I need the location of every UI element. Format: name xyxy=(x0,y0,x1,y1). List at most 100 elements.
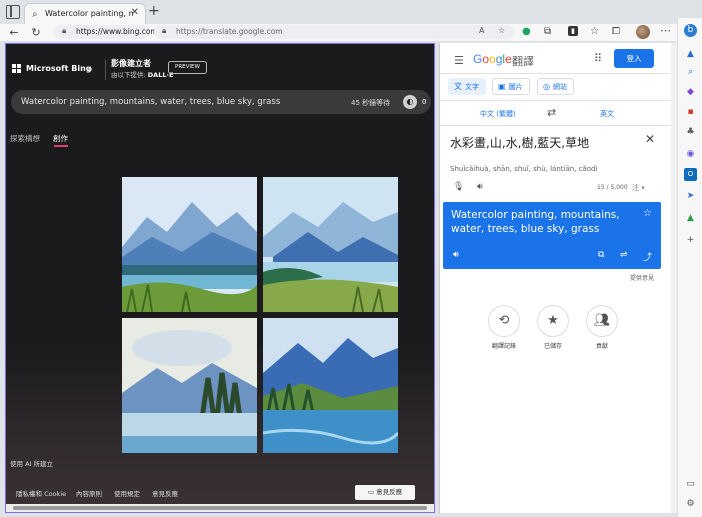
send-icon[interactable]: ➤ xyxy=(684,190,697,203)
google-translate-pane: ☰ Google 翻譯 ⠿ 登入 文文字 ▣ 圖片 ◎ 網站 中文 (繁體) ⇄ 英… xyxy=(439,43,671,513)
history-label: 翻譯記錄 xyxy=(491,343,516,350)
footer-privacy-link[interactable]: 隱私權和 Cookie xyxy=(16,488,66,498)
outlook-icon[interactable]: O xyxy=(684,168,697,181)
mode-text-label: 文字 xyxy=(465,83,479,91)
copilot-icon[interactable]: b xyxy=(684,24,697,37)
google-logo[interactable]: Google xyxy=(473,52,512,66)
wait-status: 45 秒鐘等待 xyxy=(351,99,391,107)
refresh-icon[interactable]: ↻ xyxy=(28,24,44,41)
contribute-people-icon: 👥︎ xyxy=(593,313,611,328)
send-feedback-link[interactable]: 提供意見 xyxy=(630,273,654,282)
favorites-icon[interactable]: ☆ xyxy=(590,26,599,37)
listen-translation-icon[interactable]: 🔊︎ xyxy=(453,250,459,260)
sidebar-layout-icon[interactable]: ▭ xyxy=(684,478,697,491)
search-icon[interactable]: ⌕ xyxy=(80,60,100,80)
extensions-puzzle-icon[interactable]: ⧉ xyxy=(544,26,551,37)
share-translation-icon[interactable]: ⤴ xyxy=(643,250,652,263)
address-bar-left[interactable]: 🔒︎ https://www.bing.com xyxy=(54,25,158,39)
notifications-icon[interactable]: ▲ xyxy=(684,48,697,61)
footer-content-policy-link[interactable]: 內容原則 xyxy=(76,488,102,498)
browser-tab[interactable]: ⌕ Watercolor painting, mountains ✕ xyxy=(24,3,146,24)
mode-images-button[interactable]: ▣ 圖片 xyxy=(492,78,530,95)
new-tab-button[interactable]: + xyxy=(148,3,160,19)
boost-count: 0 xyxy=(422,98,427,106)
footer-feedback-link[interactable]: 意見反應 xyxy=(152,488,178,498)
tree-icon[interactable]: ▲ xyxy=(684,212,697,225)
translate-icon: 文 xyxy=(454,82,462,91)
microphone-icon[interactable]: 🎙︎ xyxy=(453,182,464,192)
mode-text-button[interactable]: 文文字 xyxy=(448,78,486,95)
scrollbar-thumb[interactable] xyxy=(13,506,427,510)
games-icon[interactable]: ♣ xyxy=(684,126,697,139)
footer-terms-link[interactable]: 使用規定 xyxy=(114,488,140,498)
horizontal-scrollbar[interactable] xyxy=(6,504,434,512)
ai-created-note: 使用 AI 所建立 xyxy=(10,460,53,468)
lock-icon: 🔒︎ xyxy=(62,26,67,35)
tab-title: Watercolor painting, mountains xyxy=(45,9,133,18)
back-icon[interactable]: ← xyxy=(6,24,22,41)
microsoft-logo-icon xyxy=(12,64,22,74)
tab-close-button[interactable]: ✕ xyxy=(131,7,139,18)
settings-gear-icon[interactable]: ⚙ xyxy=(684,498,697,511)
mode-images-label: 圖片 xyxy=(508,83,523,91)
office-icon[interactable]: ◉ xyxy=(684,148,697,161)
feedback-button[interactable]: ▭ 意見反應 xyxy=(355,485,415,500)
listen-source-icon[interactable]: 🔊︎ xyxy=(477,182,483,192)
header-divider xyxy=(440,73,671,74)
extension-icon[interactable]: ● xyxy=(522,26,531,37)
saved-star-icon: ★ xyxy=(547,313,559,328)
contribute-button[interactable]: 👥︎ xyxy=(586,305,618,337)
edge-sidebar: b ▲ ⌕ ◆ ▪ ♣ ◉ O ➤ ▲ + ▭ ⚙ xyxy=(677,18,702,517)
hamburger-menu-icon[interactable]: ☰ xyxy=(454,54,464,67)
collections-icon[interactable]: ⧠ xyxy=(612,26,620,37)
generated-image-1[interactable] xyxy=(122,177,257,312)
saved-label: 已儲存 xyxy=(543,343,562,350)
generated-image-2[interactable] xyxy=(263,177,398,312)
copy-translation-icon[interactable]: ⧉ xyxy=(598,250,604,260)
read-aloud-icon[interactable]: A xyxy=(479,26,484,35)
boost-coin-icon[interactable]: ◐ xyxy=(403,95,417,109)
mode-websites-button[interactable]: ◎ 網站 xyxy=(537,78,574,95)
prompt-input[interactable]: Watercolor painting, mountains, water, t… xyxy=(11,90,431,114)
source-text-input[interactable]: 水彩畫,山,水,樹,藍天,草地 xyxy=(450,134,589,151)
feedback-icon: ▭ xyxy=(367,488,377,496)
saved-button[interactable]: ★ xyxy=(537,305,569,337)
target-language[interactable]: 英文 xyxy=(600,109,614,119)
search-icon[interactable]: ⌕ xyxy=(684,66,697,79)
translation-result-text[interactable]: Watercolor painting, mountains, water, t… xyxy=(451,208,631,236)
url-translate: https://translate.google.com xyxy=(176,27,283,36)
tab-create[interactable]: 創作 xyxy=(53,133,68,144)
source-language[interactable]: 中文 (繁體) xyxy=(480,109,516,119)
apps-grid-icon[interactable]: ⠿ xyxy=(594,52,602,65)
generated-image-4[interactable] xyxy=(263,318,398,453)
save-translation-star-icon[interactable]: ☆ xyxy=(643,208,652,219)
address-bar-right[interactable]: 🔒︎ https://translate.google.com A ☆ xyxy=(154,25,514,39)
profile-avatar[interactable] xyxy=(636,25,650,39)
lock-icon: 🔒︎ xyxy=(162,26,167,35)
input-tools-button[interactable]: 注 ▾ xyxy=(632,183,645,193)
history-button[interactable]: ⟲ xyxy=(488,305,520,337)
translation-result-box: Watercolor painting, mountains, water, t… xyxy=(443,202,661,269)
mode-websites-label: 網站 xyxy=(552,83,567,91)
prompt-text[interactable]: Watercolor painting, mountains, water, t… xyxy=(21,97,280,107)
rate-translation-icon[interactable]: ⇌ xyxy=(620,250,628,260)
bing-image-creator-pane: Microsoft Bing ⌕ 影像建立者 由以下提供: DALL·E PRE… xyxy=(5,43,435,513)
add-icon[interactable]: + xyxy=(684,234,697,247)
tab-explore[interactable]: 探索構想 xyxy=(10,133,40,144)
url-bing: https://www.bing.com xyxy=(76,27,158,36)
clear-text-icon[interactable]: ✕ xyxy=(645,132,655,146)
tab-strip: ⌕ Watercolor painting, mountains ✕ + xyxy=(0,0,702,24)
tools-icon[interactable]: ▪ xyxy=(684,106,697,119)
tab-actions-icon[interactable] xyxy=(6,5,20,19)
preview-badge: PREVIEW xyxy=(168,61,207,74)
sign-in-button[interactable]: 登入 xyxy=(614,49,654,68)
swap-languages-icon[interactable]: ⇄ xyxy=(547,106,556,119)
product-name: 翻譯 xyxy=(512,55,534,68)
split-screen-icon[interactable]: ▮ xyxy=(568,26,578,36)
header-divider xyxy=(105,60,106,80)
favorite-star-icon[interactable]: ☆ xyxy=(498,26,505,35)
more-menu-icon[interactable]: ⋯ xyxy=(660,24,671,37)
shopping-tag-icon[interactable]: ◆ xyxy=(684,86,697,99)
browser-toolbar: ← ↻ 🔒︎ https://www.bing.com 🔒︎ https://t… xyxy=(0,24,702,41)
generated-image-3[interactable] xyxy=(122,318,257,453)
